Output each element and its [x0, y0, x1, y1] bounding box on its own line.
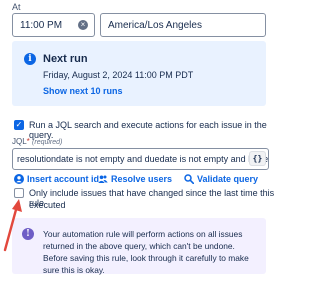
time-input[interactable]: 11:00 PM ×	[12, 13, 95, 37]
jql-search-label: Run a JQL search and execute actions for…	[29, 120, 267, 140]
time-value: 11:00 PM	[20, 19, 63, 31]
insert-account-id-link[interactable]: Insert account id	[14, 174, 99, 184]
info-icon: !	[22, 228, 34, 240]
users-icon	[98, 175, 108, 183]
changed-only-label-line2: executed	[29, 200, 66, 210]
search-icon	[184, 174, 194, 184]
show-next-runs-link[interactable]: Show next 10 runs	[43, 86, 123, 96]
info-icon: i	[24, 53, 36, 65]
next-run-panel: i Next run Friday, August 2, 2024 11:00 …	[12, 41, 266, 106]
jql-input[interactable]: resolutiondate is not empty and duedate …	[12, 148, 269, 170]
warning-text: Your automation rule will perform action…	[43, 229, 249, 275]
jql-value: resolutiondate is not empty and duedate …	[17, 154, 269, 164]
required-hint: (required)	[32, 139, 63, 146]
timezone-select[interactable]: America/Los Angeles	[100, 13, 266, 37]
insert-account-id-label: Insert account id	[27, 174, 100, 184]
resolve-users-link[interactable]: Resolve users	[98, 174, 172, 184]
warning-panel: ! Your automation rule will perform acti…	[12, 218, 266, 275]
clear-icon[interactable]: ×	[78, 20, 88, 30]
required-marker: *	[26, 137, 30, 146]
validate-query-link[interactable]: Validate query	[184, 174, 258, 184]
validate-query-label: Validate query	[197, 174, 259, 184]
at-label: At	[12, 2, 21, 12]
changed-only-checkbox[interactable]	[14, 188, 24, 198]
jql-label-row: JQL* (required)	[12, 137, 62, 146]
next-run-date: Friday, August 2, 2024 11:00 PM PDT	[43, 70, 194, 80]
next-run-title: Next run	[43, 53, 88, 65]
resolve-users-label: Resolve users	[111, 174, 173, 184]
jql-search-checkbox[interactable]: ✓	[14, 120, 24, 130]
format-query-button[interactable]: {}	[249, 151, 266, 166]
jql-label: JQL	[12, 137, 27, 146]
changed-only-label-line1: Only include issues that have changed si…	[29, 188, 275, 208]
account-icon	[14, 174, 24, 184]
timezone-value: America/Los Angeles	[108, 19, 202, 31]
